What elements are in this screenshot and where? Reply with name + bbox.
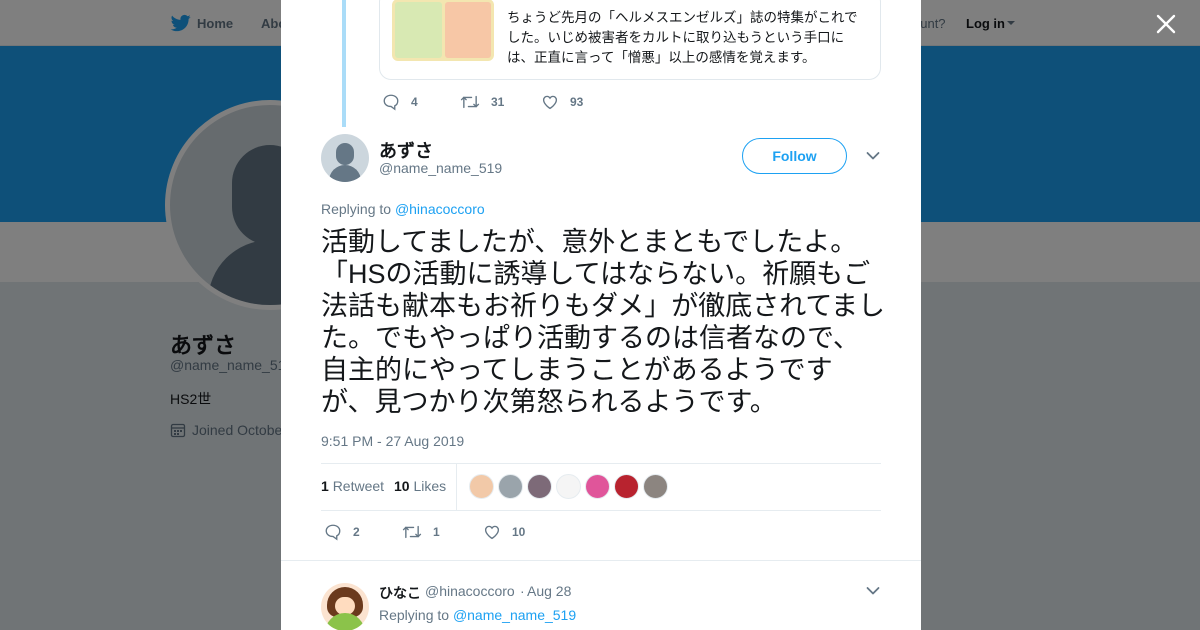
tweet-modal: ちょうど先月の「ヘルメスエンゼルズ」誌の特集がこれでした。いじめ被害者をカルトに… [281,0,921,630]
reply-replying-link[interactable]: @name_name_519 [453,607,576,623]
parent-reply-count: 4 [411,95,418,109]
chevron-down-icon[interactable] [866,151,880,161]
tweet-author-avatar[interactable] [321,134,369,182]
tweet-author-handle[interactable]: @name_name_519 [379,160,502,176]
liker-avatar[interactable] [643,474,668,499]
heart-icon [484,525,500,540]
tweet-timestamp[interactable]: 9:51 PM - 27 Aug 2019 [321,433,464,449]
thread-line [342,0,346,127]
divider [321,463,881,464]
reply-icon [383,94,399,111]
reply-icon [325,524,341,541]
liker-avatar[interactable] [585,474,610,499]
reply-count: 2 [353,525,360,539]
retweet-stat-label: Retweet [332,478,385,494]
liker-avatar[interactable] [614,474,639,499]
reply-date[interactable]: Aug 28 [527,583,571,599]
like-count: 10 [512,525,526,539]
quoted-tweet-image[interactable] [392,0,494,61]
reply-author-name[interactable]: ひなこ [379,583,421,603]
quoted-tweet-text: ちょうど先月の「ヘルメスエンゼルズ」誌の特集がこれでした。いじめ被害者をカルトに… [507,10,858,65]
chevron-down-icon[interactable] [866,586,880,596]
retweet-count: 1 [433,525,440,539]
likes-stat-label: Likes [413,478,447,494]
stats-divider [456,464,457,510]
reply-author-avatar[interactable] [321,583,369,630]
replying-to: Replying to @hinacoccoro [321,201,485,217]
liker-avatar[interactable] [527,474,552,499]
parent-reply-action[interactable]: 4 [382,93,418,111]
liker-avatar[interactable] [556,474,581,499]
reply-replying-to: Replying to @name_name_519 [379,607,576,623]
parent-retweet-count: 31 [491,95,505,109]
divider [281,560,921,561]
follow-button[interactable]: Follow [742,138,847,174]
reply-separator: · [520,583,525,599]
parent-like-count: 93 [570,95,584,109]
retweet-stat-count: 1 [321,478,329,494]
retweet-stat[interactable]: 1 Retweet [321,478,384,494]
close-icon[interactable] [1155,13,1177,35]
reply-replying-prefix: Replying to [379,607,450,623]
replying-to-prefix: Replying to [321,201,392,217]
retweet-icon [460,95,480,109]
like-action[interactable]: 10 [483,523,525,541]
liker-avatar[interactable] [469,474,494,499]
tweet-text: 活動してましたが、意外とまともでしたよ。「HSの活動に誘導してはならない。祈願も… [321,227,886,417]
heart-icon [542,95,558,110]
divider [321,510,881,511]
likes-stat[interactable]: 10 Likes [394,478,446,494]
retweet-action[interactable]: 1 [402,523,440,541]
liker-avatars [469,474,668,499]
reply-author-handle[interactable]: @hinacoccoro [425,583,515,599]
liker-avatar[interactable] [498,474,523,499]
reply-action[interactable]: 2 [324,523,360,541]
parent-like-action[interactable]: 93 [541,93,583,111]
parent-retweet-action[interactable]: 31 [460,93,504,111]
quoted-tweet-card[interactable]: ちょうど先月の「ヘルメスエンゼルズ」誌の特集がこれでした。いじめ被害者をカルトに… [379,0,881,80]
retweet-icon [402,525,422,539]
likes-stat-count: 10 [394,478,410,494]
replying-to-link[interactable]: @hinacoccoro [395,201,485,217]
